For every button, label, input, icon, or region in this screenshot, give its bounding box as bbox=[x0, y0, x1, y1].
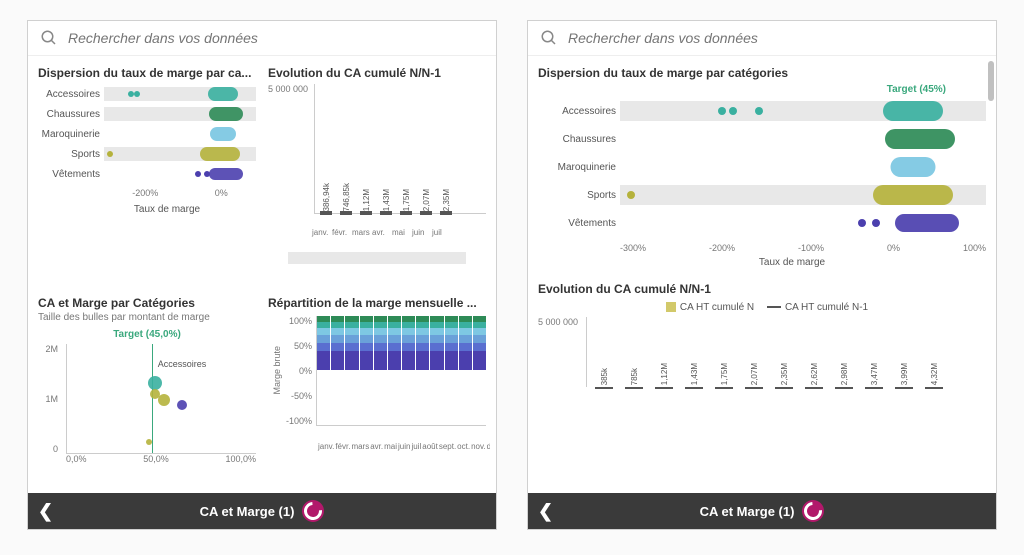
search-bar[interactable] bbox=[28, 21, 496, 56]
dashboard-mobile-view: Dispersion du taux de marge par ca... Ac… bbox=[27, 20, 497, 530]
panel-evolution[interactable]: Evolution du CA cumulé N/N-1 5 000 000 3… bbox=[264, 62, 490, 288]
panel-evolution-large[interactable]: Evolution du CA cumulé N/N-1 CA HT cumul… bbox=[534, 278, 990, 487]
sheet-title[interactable]: CA et Marge (1) bbox=[700, 504, 795, 519]
target-label: Target (45,0%) bbox=[38, 329, 256, 340]
panel-subtitle: Taille des bulles par montant de marge bbox=[38, 312, 256, 323]
panel-dispersion-large[interactable]: Dispersion du taux de marge par catégori… bbox=[534, 62, 990, 272]
search-input[interactable] bbox=[568, 30, 984, 46]
back-button[interactable]: ❮ bbox=[538, 501, 553, 522]
back-button[interactable]: ❮ bbox=[38, 501, 53, 522]
panel-title: CA et Marge par Catégories bbox=[38, 296, 256, 310]
panel-dispersion[interactable]: Dispersion du taux de marge par ca... Ac… bbox=[34, 62, 260, 288]
bottom-bar: ❮ CA et Marge (1) bbox=[528, 493, 996, 529]
chart-legend: CA HT cumulé N CA HT cumulé N-1 bbox=[538, 298, 986, 317]
panel-title: Dispersion du taux de marge par ca... bbox=[38, 66, 256, 80]
scrollbar-thumb[interactable] bbox=[988, 61, 994, 101]
search-bar[interactable] bbox=[528, 21, 996, 56]
dashboard-mobile-view-zoomed: Dispersion du taux de marge par catégori… bbox=[527, 20, 997, 530]
panel-title: Evolution du CA cumulé N/N-1 bbox=[538, 282, 986, 296]
panel-title: Evolution du CA cumulé N/N-1 bbox=[268, 66, 486, 80]
search-input[interactable] bbox=[68, 30, 484, 46]
target-label: Target (45%) bbox=[538, 84, 986, 95]
sheet-icon[interactable] bbox=[802, 500, 824, 522]
scroll-indicator[interactable] bbox=[288, 252, 466, 264]
bottom-bar: ❮ CA et Marge (1) bbox=[28, 493, 496, 529]
search-icon bbox=[540, 29, 558, 47]
panel-ca-marge[interactable]: CA et Marge par Catégories Taille des bu… bbox=[34, 292, 260, 488]
search-icon bbox=[40, 29, 58, 47]
panel-title: Répartition de la marge mensuelle ... bbox=[268, 296, 486, 310]
panel-title: Dispersion du taux de marge par catégori… bbox=[538, 66, 986, 80]
bubble-chart: Accessoires bbox=[66, 344, 256, 454]
sheet-icon[interactable] bbox=[302, 500, 324, 522]
panel-repartition[interactable]: Répartition de la marge mensuelle ... Ma… bbox=[264, 292, 490, 488]
sheet-title[interactable]: CA et Marge (1) bbox=[200, 504, 295, 519]
